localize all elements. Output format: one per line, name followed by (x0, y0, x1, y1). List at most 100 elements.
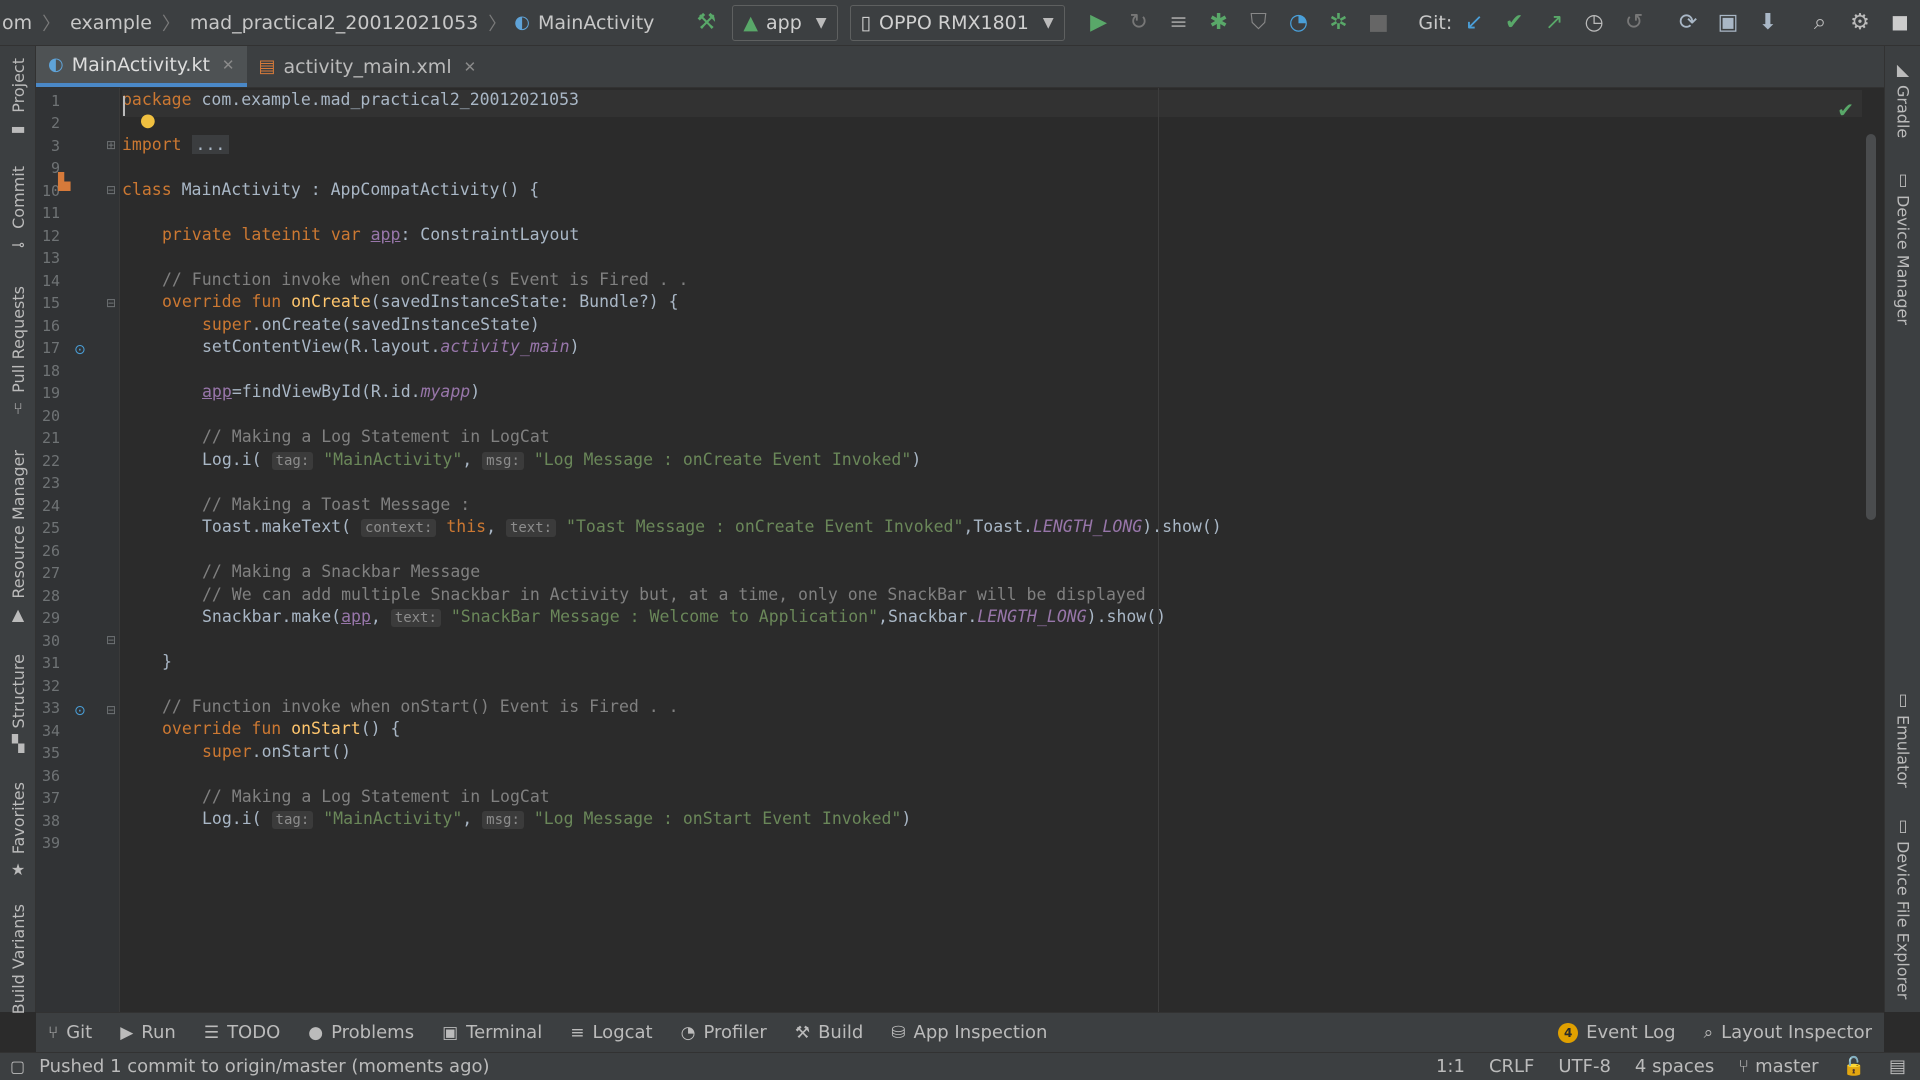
tool-logcat[interactable]: ≡ Logcat (570, 1022, 652, 1043)
code-line[interactable]: Snackbar.make(app, text: "SnackBar Messa… (202, 607, 1166, 634)
layout-preview-icon[interactable]: ▙ (58, 172, 70, 191)
breadcrumb-separator: 〉 (161, 13, 180, 35)
code-area[interactable]: package com.example.mad_practical2_20012… (122, 88, 1862, 1012)
tool-run[interactable]: ▶ Run (120, 1022, 176, 1043)
hammer-icon: ⚒ (794, 1022, 811, 1043)
history-icon[interactable]: ◷ (1574, 3, 1614, 43)
apply-changes-icon[interactable]: ↻ (1119, 3, 1159, 43)
indent-setting[interactable]: 4 spaces (1635, 1056, 1714, 1077)
tool-profiler[interactable]: ◔ Profiler (681, 1022, 767, 1043)
code-line[interactable]: Toast.makeText( context: this, text: "To… (202, 517, 1222, 544)
run-config-select[interactable]: ▲ app ▼ (732, 4, 838, 41)
tool-emulator[interactable]: ▯ Emulator (1885, 690, 1920, 788)
tool-gradle[interactable]: ◣ Gradle (1885, 60, 1920, 138)
fold-collapse-icon[interactable]: ⊟ (106, 296, 116, 310)
tool-pull-requests[interactable]: Pull Requests ⑂ (0, 286, 36, 418)
code-text: ).show() (1142, 517, 1222, 536)
close-icon[interactable]: ✕ (464, 58, 477, 76)
apply-code-changes-icon[interactable]: ≡ (1159, 3, 1199, 43)
build-hammer-icon[interactable]: ⚒ (686, 3, 726, 43)
folded-imports[interactable]: ... (191, 135, 230, 154)
lock-icon[interactable]: 🔓 (1843, 1056, 1865, 1077)
line-number: 28 (41, 587, 60, 605)
sync-gradle-icon[interactable]: ⟳ (1668, 3, 1708, 43)
git-label: Git: (1418, 11, 1453, 34)
code-line[interactable]: super.onStart() (202, 742, 351, 769)
line-number: 14 (41, 272, 60, 290)
sdk-manager-icon[interactable]: ⬇ (1748, 3, 1788, 43)
tool-todo[interactable]: ☰ TODO (204, 1022, 280, 1043)
override-marker-icon[interactable]: ⊙ (74, 342, 86, 358)
fold-expand-icon[interactable]: ⊞ (106, 138, 116, 152)
stop-icon[interactable]: ■ (1358, 3, 1398, 43)
coverage-icon[interactable]: ⛉ (1239, 3, 1279, 43)
code-line[interactable]: import ... (122, 135, 230, 162)
notifications-icon[interactable]: ▤ (1889, 1056, 1906, 1077)
breadcrumb-3[interactable]: MainActivity (536, 12, 656, 34)
breadcrumb-1[interactable]: example (68, 12, 154, 34)
git-update-icon[interactable]: ↙ (1454, 3, 1494, 43)
avatar[interactable]: ◼ (1880, 3, 1920, 43)
tool-build-variants[interactable]: Build Variants (0, 904, 36, 1014)
tool-git[interactable]: ⑂ Git (48, 1022, 92, 1043)
search-icon[interactable]: ⌕ (1800, 3, 1840, 43)
git-commit-icon[interactable]: ✔ (1494, 3, 1534, 43)
fold-collapse-icon[interactable]: ⊟ (106, 183, 116, 197)
fold-collapse-icon[interactable]: ⊟ (106, 703, 116, 717)
git-branch-widget[interactable]: master (1755, 1056, 1818, 1077)
status-message[interactable]: Pushed 1 commit to origin/master (moment… (39, 1056, 489, 1077)
debug-icon[interactable]: ✱ (1199, 3, 1239, 43)
code-line[interactable]: } (162, 652, 172, 679)
tool-problems[interactable]: ● Problems (308, 1022, 414, 1043)
tool-layout-inspector[interactable]: ⌕ Layout Inspector (1704, 1022, 1872, 1043)
line-number: 21 (41, 429, 60, 447)
tool-device-file-explorer[interactable]: ▯ Device File Explorer (1885, 816, 1920, 999)
line-number-gutter[interactable]: 1 2 3 9 10 11 12 13 14 15 16 17 18 19 20… (36, 88, 120, 1012)
tool-resource-manager[interactable]: Resource Manager ▲ (0, 450, 36, 624)
override-marker-icon[interactable]: ⊙ (74, 703, 86, 719)
tool-project[interactable]: Project ▬ (0, 58, 36, 138)
tab-activity-main[interactable]: ▤ activity_main.xml ✕ (247, 46, 489, 87)
device-manager-icon[interactable]: ▣ (1708, 3, 1748, 43)
breadcrumb-0[interactable]: om (0, 12, 34, 34)
close-icon[interactable]: ✕ (222, 56, 235, 74)
tool-structure[interactable]: Structure ▚ (0, 654, 36, 753)
no-problems-check-icon[interactable]: ✔ (1837, 98, 1854, 122)
file-encoding[interactable]: UTF-8 (1558, 1056, 1610, 1077)
status-bar: ▢ Pushed 1 commit to origin/master (mome… (0, 1052, 1920, 1080)
tab-mainactivity[interactable]: ◐ MainActivity.kt ✕ (36, 46, 247, 87)
info-icon: ● (308, 1022, 324, 1043)
code-text: ,Toast. (963, 517, 1033, 536)
code-text: , (462, 809, 483, 828)
tool-build[interactable]: ⚒ Build (795, 1022, 863, 1043)
attach-debugger-icon[interactable]: ✲ (1318, 3, 1358, 43)
git-push-icon[interactable]: ↗ (1534, 3, 1574, 43)
code-line[interactable]: class MainActivity : AppCompatActivity()… (122, 180, 539, 207)
tool-app-inspection[interactable]: ⛁ App Inspection (891, 1022, 1047, 1043)
tool-device-manager[interactable]: ▯ Device Manager (1885, 170, 1920, 325)
code-line[interactable]: package com.example.mad_practical2_20012… (122, 90, 1862, 117)
gear-icon[interactable]: ⚙ (1840, 3, 1880, 43)
device-select[interactable]: ▯ OPPO RMX1801 ▼ (849, 4, 1065, 41)
chevron-down-icon: ▼ (1042, 14, 1054, 31)
code-line[interactable]: Log.i( tag: "MainActivity", msg: "Log Me… (202, 450, 921, 477)
tool-event-log[interactable]: 4 Event Log (1558, 1022, 1676, 1043)
rollback-icon[interactable]: ↺ (1614, 3, 1654, 43)
vertical-scrollbar[interactable] (1866, 134, 1876, 520)
tool-commit[interactable]: Commit ⊸ (0, 166, 36, 254)
run-icon[interactable]: ▶ (1079, 3, 1119, 43)
lightbulb-icon[interactable]: ● (140, 110, 156, 131)
code-line[interactable]: app=findViewById(R.id.myapp) (202, 382, 480, 409)
fold-end-icon[interactable]: ⊟ (106, 633, 116, 647)
code-line[interactable]: Log.i( tag: "MainActivity", msg: "Log Me… (202, 809, 911, 836)
line-separator[interactable]: CRLF (1489, 1056, 1534, 1077)
code-editor[interactable]: 1 2 3 9 10 11 12 13 14 15 16 17 18 19 20… (36, 88, 1884, 1012)
code-line[interactable]: private lateinit var app: ConstraintLayo… (162, 225, 579, 252)
profile-icon[interactable]: ◔ (1278, 3, 1318, 43)
toggle-tool-windows-icon[interactable]: ▢ (10, 1057, 25, 1076)
caret-position[interactable]: 1:1 (1436, 1056, 1465, 1077)
tool-terminal[interactable]: ▣ Terminal (442, 1022, 542, 1043)
tool-favorites[interactable]: Favorites ★ (0, 782, 36, 879)
breadcrumb-2[interactable]: mad_practical2_20012021053 (188, 12, 480, 34)
code-line[interactable]: setContentView(R.layout.activity_main) (202, 337, 580, 364)
